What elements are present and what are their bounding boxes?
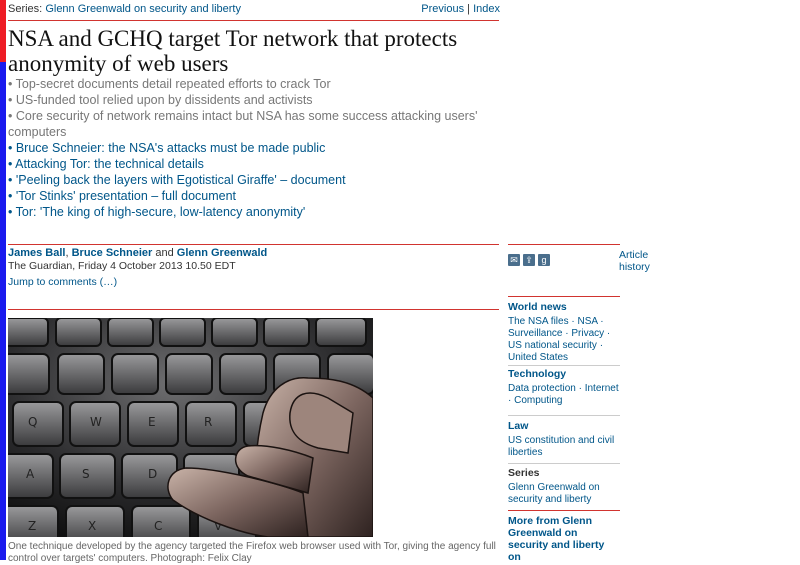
- sidebar-section-world-news: World news The NSA files · NSA · Surveil…: [508, 301, 620, 364]
- keyboard-illustration: Q A S D Z X C V E R W: [8, 318, 373, 537]
- photo-caption: One technique developed by the agency ta…: [8, 541, 496, 564]
- image-rule: [8, 309, 499, 310]
- sidebar-section-technology: Technology Data protection · Internet · …: [508, 365, 620, 407]
- flag-red-stripe: [0, 0, 6, 62]
- google-plus-icon[interactable]: g: [538, 254, 550, 266]
- sidebar-section-more: More from Glenn Greenwald on security an…: [508, 515, 620, 563]
- email-icon[interactable]: ✉: [508, 254, 520, 266]
- byline-rule: [8, 244, 499, 245]
- standfirst-item: • US-funded tool relied upon by dissiden…: [8, 93, 313, 107]
- series-link[interactable]: Glenn Greenwald on security and liberty: [45, 3, 241, 15]
- article-history-link[interactable]: Article history: [619, 249, 669, 273]
- article-photo-keyboard-hands: Q A S D Z X C V E R W: [8, 318, 373, 537]
- svg-text:C: C: [154, 519, 162, 533]
- sidebar-divider: [508, 365, 620, 366]
- series-nav: Previous | Index: [421, 3, 500, 15]
- share-icon[interactable]: ⇪: [523, 254, 535, 266]
- page-title: NSA and GCHQ target Tor network that pro…: [8, 26, 458, 76]
- standfirst-link[interactable]: • Tor: 'The king of high-secure, low-lat…: [8, 204, 500, 220]
- svg-text:A: A: [26, 467, 35, 481]
- standfirst-item: • Core security of network remains intac…: [8, 109, 478, 139]
- svg-text:R: R: [204, 415, 212, 429]
- series-bar: Series: Glenn Greenwald on security and …: [8, 3, 500, 17]
- author-link[interactable]: James Ball: [8, 247, 65, 259]
- sidebar-section-law: Law US constitution and civil liberties: [508, 415, 620, 459]
- svg-text:E: E: [148, 415, 156, 429]
- svg-text:Q: Q: [28, 415, 37, 429]
- header-rule: [8, 20, 499, 21]
- sidebar-more-rule: [508, 510, 620, 511]
- byline-sep: and: [152, 247, 177, 259]
- sidebar-heading[interactable]: More from Glenn Greenwald on security an…: [508, 515, 620, 563]
- sidebar-divider: [508, 463, 620, 464]
- series-label: Series:: [8, 3, 43, 15]
- sidebar-tags[interactable]: The NSA files · NSA · Surveillance · Pri…: [508, 316, 620, 364]
- index-link[interactable]: Index: [473, 3, 500, 15]
- standfirst-link[interactable]: • Bruce Schneier: the NSA's attacks must…: [8, 140, 500, 156]
- dateline: The Guardian, Friday 4 October 2013 10.5…: [8, 260, 236, 272]
- standfirst-link[interactable]: • 'Tor Stinks' presentation – full docum…: [8, 188, 500, 204]
- sidebar-divider: [508, 415, 620, 416]
- share-tools: ✉ ⇪ g: [508, 250, 553, 268]
- sidebar-section-series: Series Glenn Greenwald on security and l…: [508, 463, 620, 506]
- standfirst-link[interactable]: • 'Peeling back the layers with Egotisti…: [8, 172, 500, 188]
- standfirst-item: • Top-secret documents detail repeated e…: [8, 77, 331, 91]
- author-link[interactable]: Bruce Schneier: [72, 247, 153, 259]
- sidebar-top-rule: [508, 296, 620, 297]
- share-rule: [508, 244, 620, 245]
- sidebar-tags[interactable]: Glenn Greenwald on security and liberty: [508, 482, 620, 506]
- svg-text:X: X: [88, 519, 96, 533]
- author-link[interactable]: Glenn Greenwald: [177, 247, 267, 259]
- svg-text:W: W: [90, 415, 102, 429]
- svg-text:D: D: [148, 467, 157, 481]
- sidebar-heading: Series: [508, 467, 540, 479]
- svg-text:Z: Z: [28, 519, 36, 533]
- byline: James Ball, Bruce Schneier and Glenn Gre…: [8, 247, 498, 260]
- sidebar-heading[interactable]: Law: [508, 420, 620, 432]
- svg-text:S: S: [82, 467, 90, 481]
- flag-blue-stripe: [0, 62, 6, 560]
- sidebar-tags[interactable]: Data protection · Internet · Computing: [508, 383, 620, 407]
- sidebar-heading[interactable]: Technology: [508, 368, 620, 380]
- sidebar-heading[interactable]: World news: [508, 301, 620, 313]
- standfirst-link[interactable]: • Attacking Tor: the technical details: [8, 156, 500, 172]
- nav-separator: |: [464, 3, 474, 15]
- previous-link[interactable]: Previous: [421, 3, 464, 15]
- jump-to-comments-link[interactable]: Jump to comments (…): [8, 276, 117, 288]
- standfirst-list: • Top-secret documents detail repeated e…: [8, 76, 500, 220]
- sidebar-tags[interactable]: US constitution and civil liberties: [508, 435, 620, 459]
